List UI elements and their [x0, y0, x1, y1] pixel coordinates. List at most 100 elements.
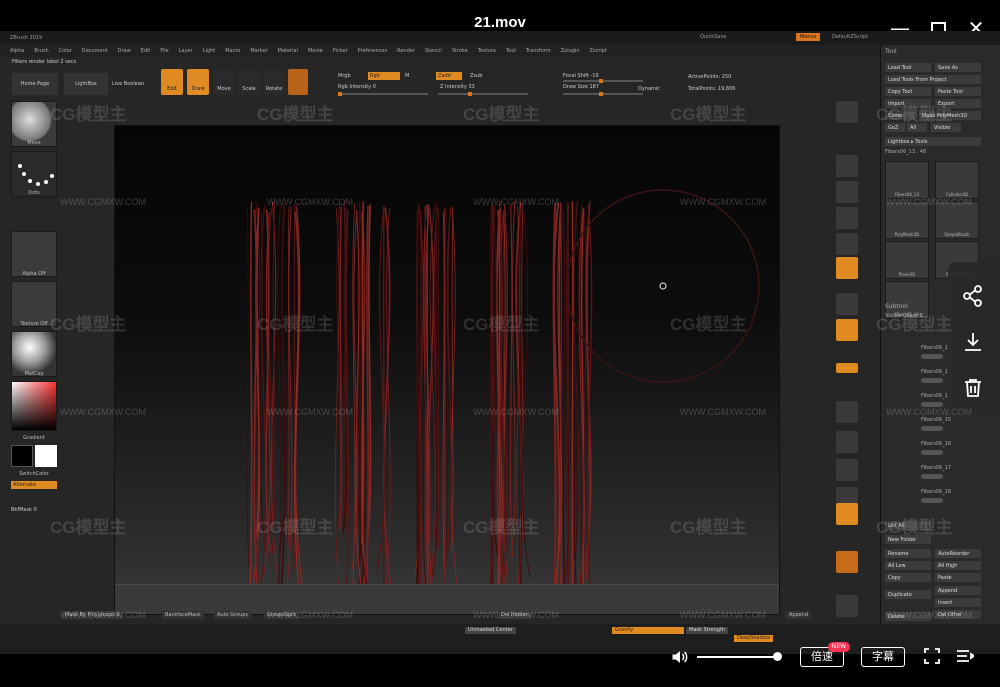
download-icon[interactable]: [961, 330, 985, 354]
menu-item-texture[interactable]: Texture: [478, 48, 496, 54]
import-button[interactable]: Import: [885, 99, 931, 108]
move-view-icon[interactable]: [836, 431, 858, 453]
zoom-icon[interactable]: [836, 181, 858, 203]
load-from-project-button[interactable]: Load Tools From Project: [885, 75, 981, 84]
menu-item-movie[interactable]: Movie: [308, 48, 323, 54]
menu-item-light[interactable]: Light: [203, 48, 215, 54]
subtool-header[interactable]: Subtool: [885, 303, 908, 310]
subtool-row[interactable]: Fibers06_11: [921, 369, 951, 375]
subtool-row[interactable]: Fibers06_12: [921, 393, 951, 399]
scroll-icon[interactable]: [836, 155, 858, 177]
export-button[interactable]: Export: [935, 99, 981, 108]
mask-by-polygroups-slider[interactable]: Mask By Polygroups 0: [62, 611, 123, 619]
zbrush-canvas[interactable]: [114, 125, 780, 615]
secondary-color-swatch[interactable]: [35, 445, 57, 467]
autoreorder-button[interactable]: AutoReorder: [935, 549, 981, 558]
all-button[interactable]: All: [907, 123, 927, 132]
tool-item-polymesh3d[interactable]: PolyMesh3D: [885, 201, 929, 239]
menu-item-tool[interactable]: Tool: [506, 48, 516, 54]
backface-mask-button[interactable]: BackfaceMask: [162, 611, 204, 619]
list-all-button[interactable]: List All: [885, 521, 931, 530]
all-low-button[interactable]: All Low: [885, 561, 931, 570]
subtool-row[interactable]: Fibers06_15: [921, 417, 951, 423]
menu-item-zscript[interactable]: Zscript: [590, 48, 607, 54]
z-intensity-track[interactable]: [438, 92, 528, 96]
home-page-button[interactable]: Home Page: [12, 73, 58, 95]
frame-icon[interactable]: [836, 401, 858, 423]
main-color-swatch[interactable]: [11, 445, 33, 467]
unmasked-center-button[interactable]: Unmasked Center: [465, 627, 516, 634]
share-icon[interactable]: [961, 284, 985, 308]
zoom3d-icon[interactable]: [836, 459, 858, 481]
menu-item-marker[interactable]: Marker: [250, 48, 267, 54]
rgb-toggle[interactable]: Rgb: [368, 72, 400, 80]
menu-item-document[interactable]: Document: [82, 48, 108, 54]
color-picker[interactable]: [11, 381, 57, 431]
menu-item-macro[interactable]: Macro: [225, 48, 240, 54]
scale-button[interactable]: Scale: [238, 69, 260, 95]
visible-count-slider[interactable]: Visible Count 8: [885, 313, 923, 319]
rgb-intensity-slider[interactable]: Rgb Intensity 0: [338, 84, 376, 90]
playlist-icon[interactable]: [956, 648, 974, 664]
menu-item-color[interactable]: Color: [59, 48, 72, 54]
menu-item-preferences[interactable]: Preferences: [358, 48, 387, 54]
auto-groups-button[interactable]: Auto Groups: [214, 611, 252, 619]
m-toggle[interactable]: M: [405, 73, 409, 79]
subtool-visibility-toggle[interactable]: [921, 402, 943, 407]
menus-toggle[interactable]: Menus: [796, 33, 821, 41]
lightbox-button[interactable]: LightBox: [64, 73, 108, 95]
persp-icon[interactable]: [836, 257, 858, 279]
subtool-visibility-toggle[interactable]: [921, 450, 943, 455]
tool-item-plane3d[interactable]: Plane3D: [885, 241, 929, 279]
move-button[interactable]: Move: [213, 69, 235, 95]
load-tool-button[interactable]: Load Tool: [885, 63, 931, 72]
edit-button[interactable]: Edit: [161, 69, 183, 95]
bpr-icon[interactable]: [836, 101, 858, 123]
goz-button[interactable]: GoZ: [885, 123, 905, 132]
menu-item-material[interactable]: Material: [278, 48, 298, 54]
append-button[interactable]: Append: [935, 586, 981, 595]
all-high-button[interactable]: All High: [935, 561, 981, 570]
focal-shift-track[interactable]: [563, 79, 643, 83]
tool-item-fibers06-13[interactable]: Fibers06_13: [885, 161, 929, 199]
rotate-button[interactable]: Rotate: [263, 69, 285, 95]
material-sphere-button[interactable]: [288, 69, 308, 95]
paste-tool-button[interactable]: Paste Tool: [935, 87, 981, 96]
alternate-button[interactable]: Alternate: [11, 481, 57, 489]
tool-item-cylinder3d[interactable]: Cylinder3D: [935, 161, 979, 199]
paste-button[interactable]: Paste: [935, 573, 981, 582]
draw-size-track[interactable]: [563, 92, 643, 96]
make-polymesh-button[interactable]: Make PolyMesh3D: [919, 111, 981, 120]
actual-icon[interactable]: [836, 207, 858, 229]
fullscreen-icon[interactable]: [924, 648, 940, 664]
polyf-icon[interactable]: [836, 503, 858, 525]
subtool-visibility-toggle[interactable]: [921, 498, 943, 503]
del-hidden-button[interactable]: Del Hidden: [498, 611, 532, 619]
switch-color-label[interactable]: SwitchColor: [11, 471, 57, 477]
save-as-button[interactable]: Save As: [935, 63, 981, 72]
floor-icon[interactable]: [836, 293, 858, 315]
copy-tool-button[interactable]: Copy Tool: [885, 87, 931, 96]
menu-item-zplugin[interactable]: Zplugin: [561, 48, 580, 54]
rename-button[interactable]: Rename: [885, 549, 931, 558]
subtool-visibility-toggle[interactable]: [921, 354, 943, 359]
new-folder-button[interactable]: New Folder: [885, 535, 931, 544]
menu-item-stencil[interactable]: Stencil: [425, 48, 442, 54]
menu-item-alpha[interactable]: Alpha: [10, 48, 24, 54]
volume-slider-knob[interactable]: [773, 652, 782, 661]
local-icon[interactable]: [836, 319, 858, 341]
zsub-toggle[interactable]: Zsub: [470, 73, 482, 79]
menu-item-edit[interactable]: Edit: [141, 48, 151, 54]
menu-item-brush[interactable]: Brush: [34, 48, 48, 54]
duplicate-button[interactable]: Duplicate: [885, 590, 931, 599]
lightbox-tools-button[interactable]: Lightbox ▸ Tools: [885, 137, 981, 146]
append-bottom-button[interactable]: Append: [786, 611, 812, 619]
backface-mask-slider[interactable]: BkfMask 0: [11, 507, 37, 513]
volume-slider-track[interactable]: [697, 656, 777, 658]
tool-item-simplebrush[interactable]: SimpleBrush: [935, 201, 979, 239]
dynamic-toggle[interactable]: Dynamic: [638, 86, 660, 92]
menu-item-file[interactable]: File: [160, 48, 168, 54]
deep-shadow-button[interactable]: DeepShadow: [734, 635, 773, 642]
menu-item-render[interactable]: Render: [397, 48, 415, 54]
zadd-toggle[interactable]: Zadd: [436, 72, 462, 80]
